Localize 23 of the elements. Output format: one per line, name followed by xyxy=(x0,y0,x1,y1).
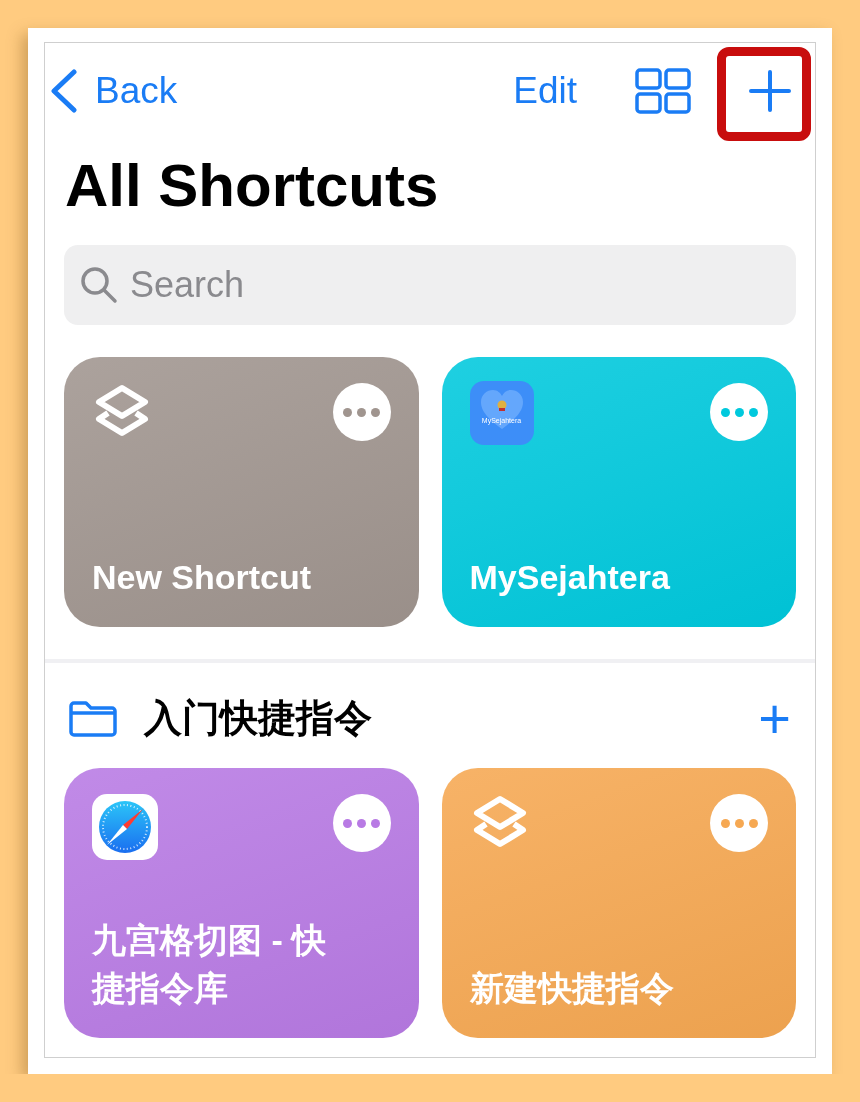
folder-icon xyxy=(68,699,118,738)
shortcut-title: MySejahtera xyxy=(469,557,671,598)
more-button[interactable] xyxy=(710,794,768,852)
shortcut-title: New Shortcut xyxy=(92,557,313,598)
shortcut-card[interactable]: New Shortcut xyxy=(64,357,419,627)
grid-icon[interactable] xyxy=(635,68,691,114)
back-button[interactable]: Back xyxy=(49,69,178,113)
search-field[interactable]: Search xyxy=(64,245,796,325)
more-button[interactable] xyxy=(710,383,768,441)
edit-button[interactable]: Edit xyxy=(513,70,577,112)
more-button[interactable] xyxy=(332,794,391,852)
add-button[interactable]: + xyxy=(758,698,791,739)
shortcut-title: 新建快捷指令 xyxy=(469,968,675,1009)
plus-icon xyxy=(749,70,791,112)
shortcut-card[interactable]: 新建快捷指令 xyxy=(441,768,796,1038)
search-icon xyxy=(80,266,118,304)
chevron-icon xyxy=(49,69,79,113)
compass-icon xyxy=(92,794,158,860)
add-button[interactable] xyxy=(749,70,791,112)
page-title: All Shortcuts xyxy=(65,151,440,221)
shortcut-card[interactable]: 九宫格切图 - 快捷指令库 xyxy=(64,768,419,1038)
folder-title: 入门快捷指令 xyxy=(144,696,373,741)
shortcut-title: 九宫格切图 - 快捷指令库 xyxy=(92,920,328,1009)
